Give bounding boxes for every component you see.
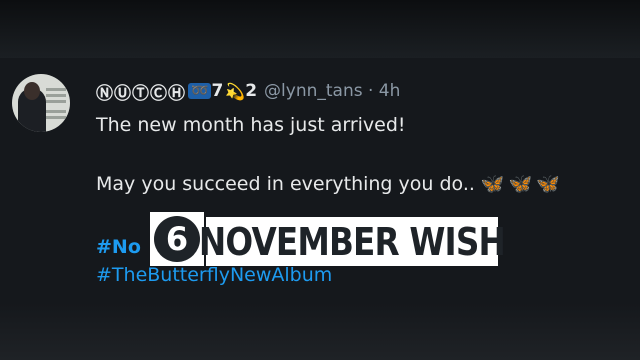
display-name-end: 2 xyxy=(245,81,259,101)
title-banner: NOVEMBER WISH xyxy=(199,217,506,266)
bottom-background xyxy=(0,303,640,360)
tweet-line-1: The new month has just arrived! xyxy=(96,114,406,136)
display-name-number: 7 xyxy=(211,81,225,101)
liputan6-logo-icon: 6 xyxy=(150,212,204,266)
tweet-line-2: May you succeed in everything you do.. 🦋🦋… xyxy=(96,173,564,195)
hashtag-link[interactable]: #No xyxy=(96,236,141,258)
handle-and-time[interactable]: @lynn_tans · 4h xyxy=(264,81,400,101)
hashtag-link[interactable]: #TheButterflyNewAlbum xyxy=(96,264,332,286)
logo-number: 6 xyxy=(166,220,188,258)
butterfly-icon: 🦋🦋🦋 xyxy=(480,173,564,195)
blurred-background-header xyxy=(0,0,640,58)
avatar[interactable] xyxy=(12,74,70,132)
dizzy-star-icon: 💫 xyxy=(225,81,246,101)
banner-title: NOVEMBER WISH xyxy=(198,219,506,264)
display-name[interactable]: ⓃⓊⓉⒸⒽ xyxy=(96,79,186,104)
tweet-header: ⓃⓊⓉⒸⒽ ➿ 7 💫 2 @lynn_tans · 4h xyxy=(96,78,400,104)
loop-badge-icon: ➿ xyxy=(188,83,212,99)
